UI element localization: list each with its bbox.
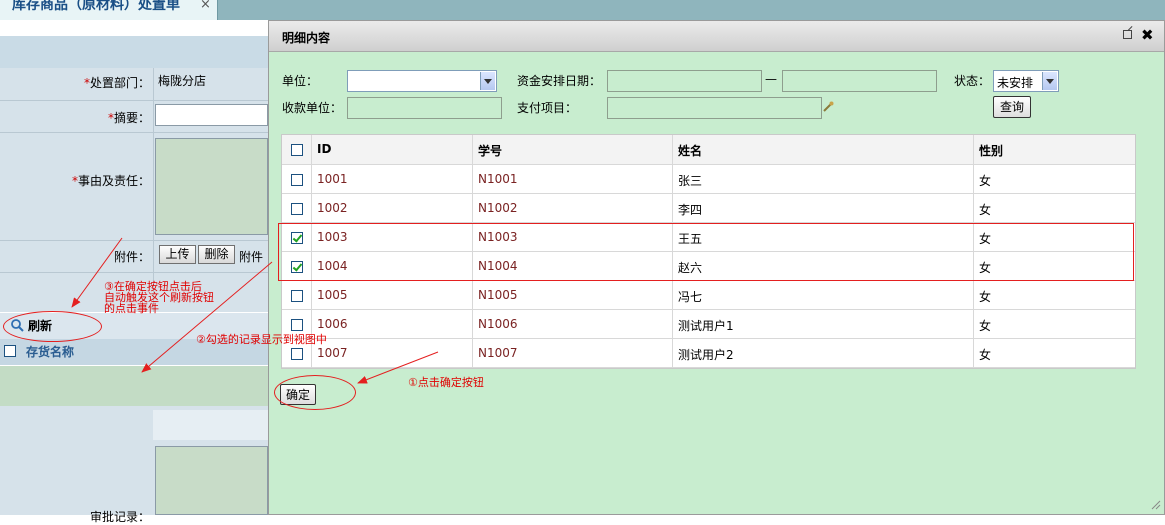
annotation-arrows xyxy=(71,237,439,384)
